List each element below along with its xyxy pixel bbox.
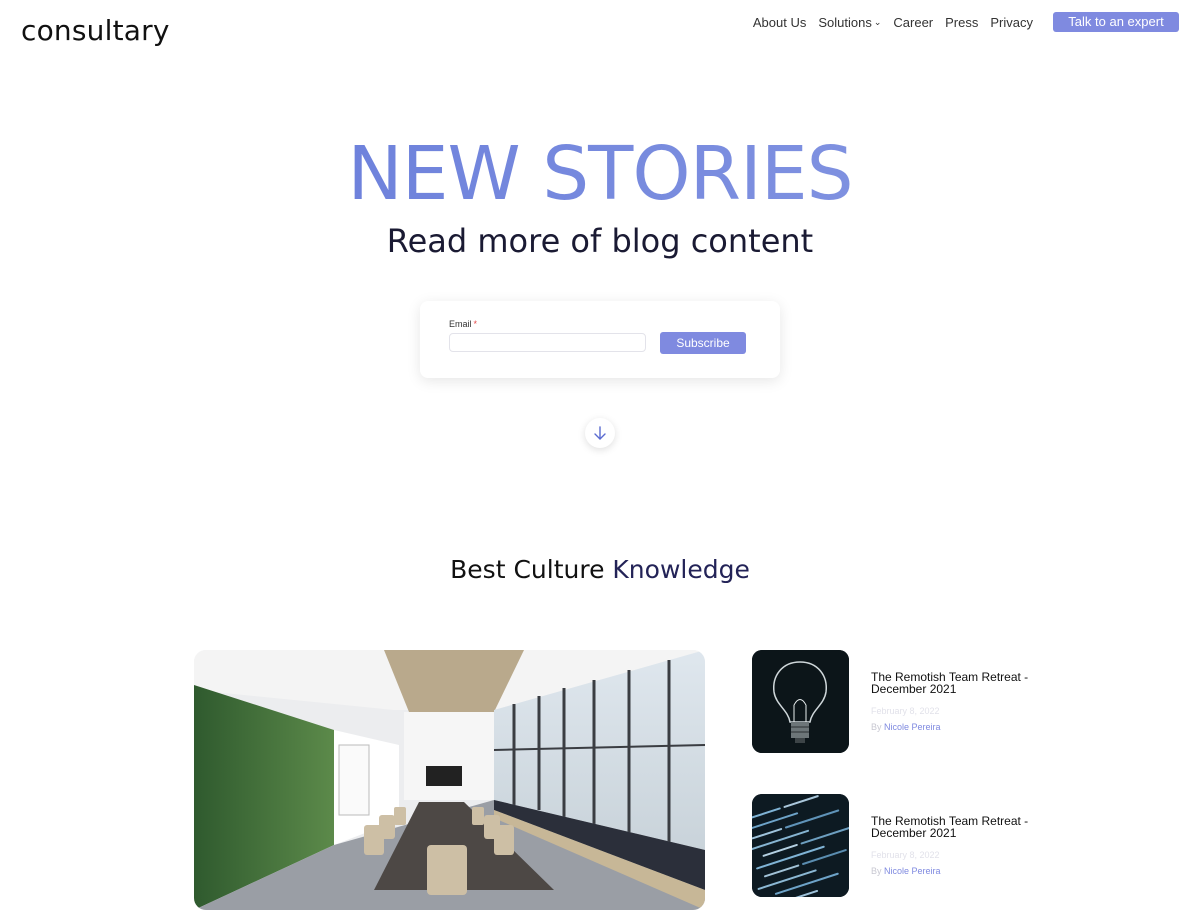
post-author: By Nicole Pereira [871,722,941,732]
subscribe-button[interactable]: Subscribe [660,332,746,354]
blog-post-card[interactable]: The Remotish Team Retreat - December 202… [752,650,1052,753]
post-author: By Nicole Pereira [871,866,941,876]
main-nav: About Us Solutions ⌄ Career Press Privacy [753,15,1033,30]
nav-item-label: Solutions [818,15,872,30]
scroll-down-button[interactable] [585,418,615,448]
required-mark: * [473,319,478,329]
conference-room-image [194,650,705,910]
author-name[interactable]: Nicole Pereira [884,722,941,732]
post-title[interactable]: The Remotish Team Retreat - December 202… [871,671,1041,695]
nav-item-label: Press [945,15,979,30]
nav-item-privacy[interactable]: Privacy [990,15,1033,30]
nav-item-press[interactable]: Press [945,15,978,30]
email-field[interactable] [449,333,646,352]
code-screen-image [752,794,849,897]
hero-title: NEW STORIES [0,128,1200,220]
author-prefix: By [871,722,885,732]
lightbulb-image [752,650,849,753]
post-date: February 8, 2022 [871,850,940,860]
talk-to-expert-button[interactable]: Talk to an expert [1053,12,1179,32]
arrow-down-icon [594,426,606,440]
brand-logo[interactable]: consultary [21,14,170,47]
post-thumbnail[interactable] [752,794,849,897]
post-date: February 8, 2022 [871,706,940,716]
subscribe-card: Email * Subscribe [420,301,780,378]
section-title-part2: Knowledge [612,555,750,584]
email-label-text: Email [449,319,472,329]
post-title[interactable]: The Remotish Team Retreat - December 202… [871,815,1041,839]
section-title-part1: Best Culture [450,555,613,584]
blog-post-card[interactable]: The Remotish Team Retreat - December 202… [752,794,1052,897]
hero-subtitle: Read more of blog content [386,222,814,260]
chevron-down-icon: ⌄ [873,17,882,27]
nav-item-solutions[interactable]: Solutions ⌄ [818,15,881,30]
author-prefix: By [871,866,885,876]
nav-item-career[interactable]: Career [893,15,933,30]
featured-post-image[interactable] [194,650,705,910]
email-label: Email * [449,319,477,329]
nav-item-label: Career [893,15,934,30]
author-name[interactable]: Nicole Pereira [884,866,941,876]
nav-item-about-us[interactable]: About Us [753,15,806,30]
nav-item-label: About Us [752,15,807,30]
section-title: Best Culture Knowledge [0,555,1200,584]
post-thumbnail[interactable] [752,650,849,753]
nav-item-label: Privacy [990,15,1033,30]
